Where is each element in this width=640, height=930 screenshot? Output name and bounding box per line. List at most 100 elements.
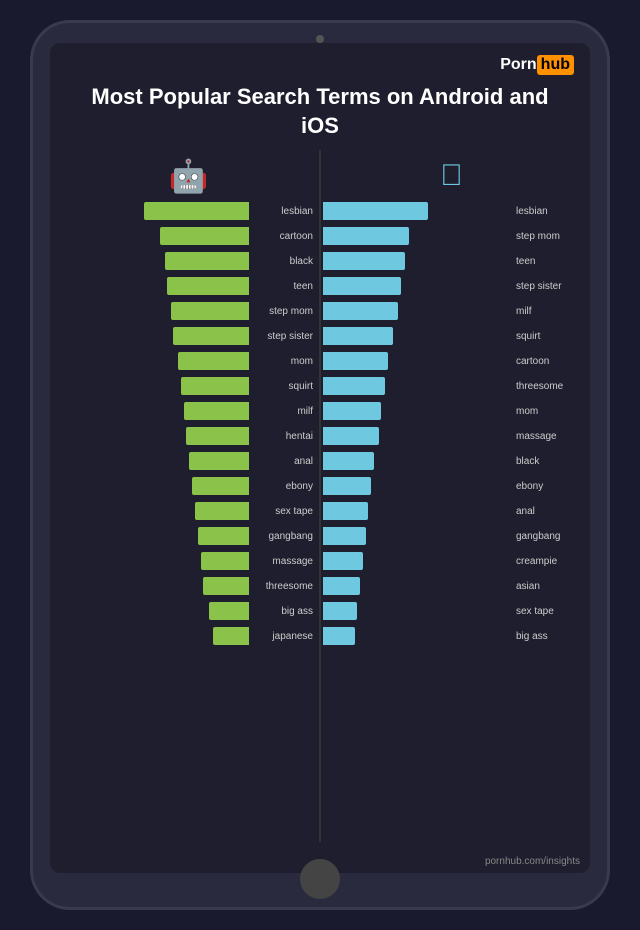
bar-label: ebony xyxy=(512,481,580,492)
android-bar-row: sex tape xyxy=(60,500,317,522)
bar-wrap xyxy=(323,427,512,445)
bar-wrap xyxy=(323,477,512,495)
bar-label: sex tape xyxy=(512,606,580,617)
android-bar-row: lesbian xyxy=(60,200,317,222)
bar-label: massage xyxy=(512,431,580,442)
bar-wrap xyxy=(60,502,249,520)
bar-wrap xyxy=(323,627,512,645)
bar-wrap xyxy=(323,552,512,570)
android-bar-row: black xyxy=(60,250,317,272)
bar-label: threesome xyxy=(512,381,580,392)
bar-wrap xyxy=(323,327,512,345)
bar-label: anal xyxy=(249,456,317,467)
android-header: 🤖 xyxy=(60,150,317,200)
android-bar xyxy=(203,577,249,595)
bar-wrap xyxy=(60,202,249,220)
ios-bar-row: step sister xyxy=(323,275,580,297)
bar-wrap xyxy=(60,302,249,320)
android-bar xyxy=(171,302,249,320)
android-bar-row: hentai xyxy=(60,425,317,447)
android-bar xyxy=(195,502,249,520)
android-bar xyxy=(186,427,249,445)
bar-wrap xyxy=(60,227,249,245)
bar-label: threesome xyxy=(249,581,317,592)
android-bar xyxy=(173,327,249,345)
logo: Porn hub xyxy=(500,55,574,75)
screen: Porn hub Most Popular Search Terms on An… xyxy=(50,43,590,873)
android-bar-row: big ass xyxy=(60,600,317,622)
ios-bar-row: teen xyxy=(323,250,580,272)
bar-label: anal xyxy=(512,506,580,517)
ios-bar-row: ebony xyxy=(323,475,580,497)
bar-wrap xyxy=(60,577,249,595)
bar-wrap xyxy=(323,402,512,420)
android-bar-row: threesome xyxy=(60,575,317,597)
footer: pornhub.com/insights xyxy=(50,852,590,873)
ios-bar-row: black xyxy=(323,450,580,472)
bar-label: big ass xyxy=(512,631,580,642)
ios-chart:  lesbianstep momteenstep sistermilfsqui… xyxy=(323,150,580,842)
tablet-frame: Porn hub Most Popular Search Terms on An… xyxy=(30,20,610,910)
ios-bar xyxy=(323,352,388,370)
android-bar xyxy=(178,352,249,370)
bar-wrap xyxy=(60,327,249,345)
ios-bar-row: threesome xyxy=(323,375,580,397)
bar-label: milf xyxy=(249,406,317,417)
android-bar-row: step sister xyxy=(60,325,317,347)
bar-wrap xyxy=(60,527,249,545)
ios-bar-row: milf xyxy=(323,300,580,322)
bar-wrap xyxy=(323,227,512,245)
android-bar xyxy=(201,552,249,570)
ios-bars: lesbianstep momteenstep sistermilfsquirt… xyxy=(323,200,580,842)
bar-label: japanese xyxy=(249,631,317,642)
apple-icon:  xyxy=(440,159,463,193)
ios-bar-row: lesbian xyxy=(323,200,580,222)
android-bar xyxy=(144,202,249,220)
bar-label: cartoon xyxy=(512,356,580,367)
ios-bar xyxy=(323,527,366,545)
bar-wrap xyxy=(323,202,512,220)
bar-wrap xyxy=(60,252,249,270)
android-bar xyxy=(181,377,249,395)
bar-wrap xyxy=(323,277,512,295)
ios-header:  xyxy=(323,150,580,200)
bar-wrap xyxy=(323,602,512,620)
ios-bar xyxy=(323,202,428,220)
ios-bar xyxy=(323,427,379,445)
chart-divider xyxy=(319,150,321,842)
ios-bar xyxy=(323,227,409,245)
bar-wrap xyxy=(323,377,512,395)
bar-label: mom xyxy=(249,356,317,367)
bar-wrap xyxy=(323,502,512,520)
android-bar xyxy=(160,227,249,245)
bar-label: teen xyxy=(249,281,317,292)
ios-bar-row: squirt xyxy=(323,325,580,347)
android-bar xyxy=(165,252,249,270)
android-bar-row: mom xyxy=(60,350,317,372)
bar-label: black xyxy=(249,256,317,267)
ios-bar xyxy=(323,502,368,520)
ios-bar xyxy=(323,327,393,345)
ios-bar xyxy=(323,377,385,395)
android-bar-row: squirt xyxy=(60,375,317,397)
bar-wrap xyxy=(60,452,249,470)
android-bar xyxy=(213,627,249,645)
android-bar-row: step mom xyxy=(60,300,317,322)
bar-label: massage xyxy=(249,556,317,567)
page-title: Most Popular Search Terms on Android and… xyxy=(70,83,570,140)
bar-label: big ass xyxy=(249,606,317,617)
bar-wrap xyxy=(60,552,249,570)
android-bar-row: cartoon xyxy=(60,225,317,247)
bar-wrap xyxy=(60,377,249,395)
bar-label: hentai xyxy=(249,431,317,442)
android-bar-row: massage xyxy=(60,550,317,572)
bar-label: lesbian xyxy=(249,206,317,217)
bar-wrap xyxy=(60,277,249,295)
chart-container: 🤖 lesbian cartoon black teen step mom step si… xyxy=(50,150,590,852)
android-bar xyxy=(209,602,249,620)
ios-bar xyxy=(323,577,360,595)
bar-label: milf xyxy=(512,306,580,317)
bar-label: lesbian xyxy=(512,206,580,217)
logo-hub: hub xyxy=(537,55,574,75)
ios-bar xyxy=(323,627,355,645)
